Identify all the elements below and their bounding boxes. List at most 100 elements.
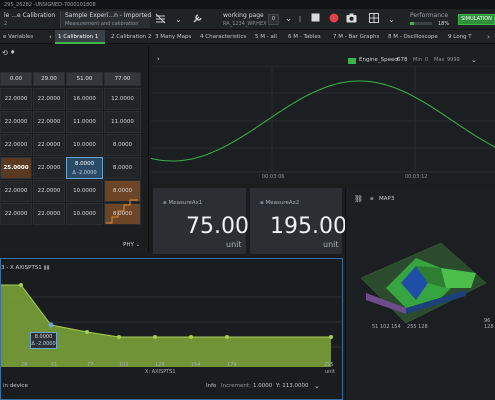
table-cell[interactable]: 22.0000 <box>0 134 32 156</box>
curve-point[interactable] <box>225 335 229 339</box>
tab-many-maps[interactable]: 3 Many Maps <box>152 30 194 44</box>
curve-point[interactable] <box>329 335 333 339</box>
cell-delta: Δ -2.0000 <box>72 170 97 176</box>
tab-m-all[interactable]: 5 M - all <box>252 30 280 44</box>
table-cell[interactable]: 22.0000 <box>0 88 32 110</box>
undo-icon[interactable]: ⟲ <box>2 49 8 57</box>
gauge-value: 195.00 <box>270 214 347 239</box>
table-cell[interactable]: 22.0000 <box>0 180 32 202</box>
step-overlay-graph <box>106 199 138 224</box>
wrench-icon[interactable] <box>190 13 204 26</box>
table-cell[interactable]: 22.0000 <box>0 203 32 225</box>
chevron-down-icon[interactable]: ⌄ <box>172 13 185 26</box>
chevron-right-icon[interactable]: › <box>484 30 493 44</box>
chevron-down-icon[interactable]: ⌄ <box>314 382 320 390</box>
chevron-left-icon[interactable]: ‹ <box>46 30 55 44</box>
increment-input[interactable]: 1.0000 <box>253 383 272 389</box>
tab-m-oscilloscope[interactable]: 8 M - Oscilloscope <box>385 30 441 44</box>
map3-surface-plot <box>360 242 487 324</box>
tab-m-bar-graphs[interactable]: 7 M - Bar Graphs <box>330 30 382 44</box>
curve-point[interactable] <box>153 335 157 339</box>
table-cell[interactable]: 22.0000 <box>33 180 65 202</box>
tab-characteristics[interactable]: 4 Characteristics <box>197 30 249 44</box>
map3-panel: ⛓ ▪ MAP3 51 102 154 255 128 96 128 <box>345 188 495 400</box>
curve-unit-label: unit <box>325 369 335 375</box>
signal-value: 678 <box>397 57 408 63</box>
table-cell[interactable]: 16.0000 <box>66 88 103 110</box>
oscilloscope-panel: › Engine_Speed 678 Min 0 Max 9999 ⌄ 00:0… <box>151 46 495 184</box>
document-tab-sample-experiment[interactable]: Sample Experi...n - Imported Measurement… <box>60 11 151 28</box>
table-cell[interactable]: 11.0000 <box>66 111 103 133</box>
table-cell[interactable]: 22.0000 <box>33 134 65 156</box>
table-cell[interactable]: 22.0000 <box>33 88 65 110</box>
increment-label: Increment: <box>221 383 251 389</box>
time-label: 00:03:12 <box>405 174 428 180</box>
table-cell[interactable]: 10.0000 <box>66 134 103 156</box>
curve-point[interactable] <box>189 335 193 339</box>
gauge-title: ▪ MeasureAx2 <box>260 200 300 206</box>
curve-point[interactable] <box>19 283 23 287</box>
table-cell[interactable]: 10.0000 <box>66 180 103 202</box>
chevron-down-icon[interactable]: ⌄ <box>471 56 477 64</box>
info-link[interactable]: Info <box>206 383 216 389</box>
gauge-measure-ax2[interactable]: ▪ MeasureAx2 195.00 unit <box>250 188 347 254</box>
cell-value: 8.0000 <box>74 161 95 167</box>
separator-icon: | <box>298 16 302 23</box>
table-cell-modified[interactable]: 25.0000 <box>0 157 32 179</box>
curve-point-tooltip: 8.0000 Δ -2.0000 <box>30 332 57 349</box>
table-cell[interactable]: 22.0000 <box>33 203 65 225</box>
table-cell[interactable]: 22.0000 <box>33 111 65 133</box>
simulation-badge[interactable]: SIMULATION <box>458 14 495 25</box>
curve-title: 3 - X AXISPTS1 ▮▮ <box>1 265 50 271</box>
signal-name: Engine_Speed <box>359 57 398 63</box>
table-cell[interactable]: 22.0000 <box>0 111 32 133</box>
table-cell[interactable]: 8.0000 <box>104 134 141 156</box>
table-cell[interactable]: 10.0000 <box>66 203 103 225</box>
table-cell[interactable]: 12.0000 <box>104 88 141 110</box>
time-label: 00:03:06 <box>262 174 285 180</box>
grid-icon[interactable] <box>367 13 380 26</box>
tab-m-tables[interactable]: 6 M - Tables <box>285 30 324 44</box>
curve-plot <box>1 283 342 367</box>
performance-meter: Performance 18% <box>406 11 454 28</box>
min-value: 0 <box>425 57 429 63</box>
document-tab-calibration[interactable]: le ...e Calibration 2 <box>0 11 55 28</box>
oscilloscope-plot <box>151 66 495 173</box>
curve-point[interactable] <box>117 335 121 339</box>
tab-calibration-2[interactable]: 2 Calibration 2 <box>108 30 154 44</box>
chevron-down-icon[interactable]: ⌄ <box>385 13 398 26</box>
tab-calibration-1[interactable]: 1 Calibration 1 <box>55 30 105 44</box>
calibration-table-panel: ⟲ ♦ 0.00 29.00 51.00 77.00 22.0000 22.00… <box>0 46 149 252</box>
camera-icon[interactable] <box>345 13 358 26</box>
signal-off-icon[interactable] <box>154 13 167 26</box>
document-subtitle: 2 <box>4 21 8 27</box>
table-column-header: 0.00 <box>0 72 32 86</box>
record-icon[interactable] <box>327 13 340 26</box>
phy-label: PHY <box>123 242 134 248</box>
curve-editor-panel: 3 - X AXISPTS1 ▮▮ 8.0000 Δ -2.0000 29 51… <box>0 258 343 400</box>
phy-selector[interactable]: PHY ⌄ <box>123 242 140 248</box>
performance-bar-fill <box>410 22 414 25</box>
table-cell[interactable]: 8.0000 <box>104 157 141 179</box>
max-label: Max <box>434 57 445 63</box>
curve-point[interactable] <box>85 330 89 334</box>
link-icon[interactable]: ⛓ <box>354 195 363 203</box>
gauge-measure-ax1[interactable]: ▪ MeasureAx1 75.00 unit <box>153 188 249 254</box>
stop-icon[interactable] <box>309 13 322 26</box>
min-label: Min <box>413 57 422 63</box>
map-icon: ▪ <box>370 196 374 202</box>
map-axis-labels: 51 102 154 255 128 <box>372 324 428 330</box>
table-cell-selected[interactable]: 8.0000 Δ -2.0000 <box>66 157 103 179</box>
document-subtitle: Measurement and calibration <box>65 21 139 27</box>
performance-bar <box>410 22 432 25</box>
chevron-down-icon[interactable]: ⌄ <box>282 13 295 26</box>
chevron-right-icon[interactable]: › <box>157 55 160 63</box>
performance-value: 18% <box>438 21 450 27</box>
diamond-icon[interactable]: ♦ <box>10 49 15 56</box>
tab-long-t[interactable]: 9 Long T <box>445 30 475 44</box>
table-cell[interactable]: 22.0000 <box>33 157 65 179</box>
table-cell[interactable]: 11.0000 <box>104 111 141 133</box>
max-value: 9999 <box>447 57 460 63</box>
chart-icon: ▮▮ <box>43 265 50 271</box>
curve-point[interactable] <box>48 322 54 328</box>
